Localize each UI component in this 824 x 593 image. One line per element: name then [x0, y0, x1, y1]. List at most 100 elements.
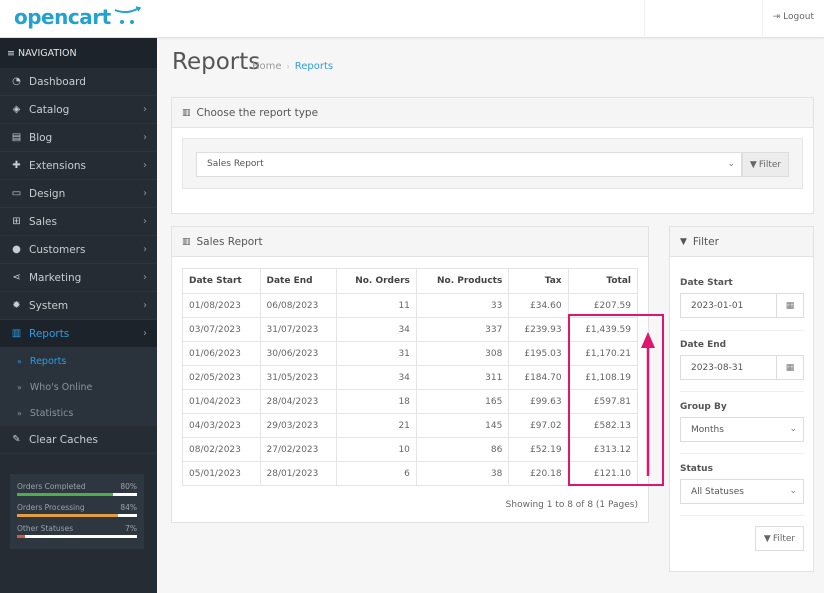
cell-no-orders: 34 — [336, 317, 417, 342]
chevron-right-icon: › — [143, 104, 147, 115]
cart-logo-icon — [114, 6, 141, 24]
chevron-right-icon: › — [143, 328, 147, 339]
panel-title: Choose the report type — [196, 106, 319, 119]
report-type-well: Sales Report ⌄ ▼ Filter — [182, 138, 803, 189]
cell-tax: £97.02 — [508, 413, 569, 438]
calendar-icon[interactable]: ▦ — [776, 356, 803, 379]
column-header-date-start: Date Start — [182, 268, 261, 294]
sidebar: ≡ NAVIGATION ◔ Dashboard ◈ Catalog › ▤ Blog › ✚ E… — [0, 38, 157, 593]
cell-date-end: 31/05/2023 — [259, 365, 338, 390]
bar-chart-icon: ▥ — [182, 107, 191, 118]
stat-label: Orders Processing — [17, 503, 85, 512]
logout-label: Logout — [783, 12, 814, 22]
monitor-icon: ▭ — [11, 188, 22, 199]
cell-date-start: 01/06/2023 — [182, 341, 261, 366]
column-header-no-orders: No. Orders — [336, 268, 417, 294]
date-end-field[interactable]: 2023-08-31 ▦ — [680, 355, 804, 380]
double-chevron-right-icon: » — [17, 408, 22, 418]
sidebar-item-design[interactable]: ▭ Design › — [0, 180, 157, 208]
panel-title: Filter — [692, 235, 719, 248]
cell-no-orders: 11 — [336, 293, 417, 318]
user-icon: ● — [12, 244, 21, 255]
group-by-label: Group By — [680, 402, 727, 412]
sidebar-item-reports[interactable]: ▥ Reports › — [0, 320, 157, 348]
sidebar-item-clear-caches[interactable]: ✎ Clear Caches — [0, 426, 157, 454]
cell-date-end: 30/06/2023 — [259, 341, 338, 366]
cell-no-products: 165 — [415, 389, 510, 414]
sidebar-subitem-label: Statistics — [29, 407, 74, 419]
group-by-select[interactable]: Months ⌄ — [680, 417, 804, 442]
sidebar-item-label: Clear Caches — [29, 433, 98, 446]
status-select[interactable]: All Statuses ⌄ — [680, 479, 804, 504]
date-start-value[interactable]: 2023-01-01 — [681, 294, 776, 317]
stat-percent: 84% — [120, 503, 137, 512]
divider — [680, 515, 804, 516]
cell-no-products: 311 — [415, 365, 510, 390]
column-header-tax: Tax — [508, 268, 569, 294]
bar-chart-icon: ▥ — [182, 236, 191, 247]
filter-label: Filter — [758, 159, 782, 170]
breadcrumb-home[interactable]: Home — [252, 61, 282, 72]
chevron-down-icon: ⌄ — [727, 159, 735, 169]
breadcrumb-reports[interactable]: Reports — [295, 61, 333, 72]
cell-no-products: 337 — [415, 317, 510, 342]
stat-percent: 80% — [120, 482, 137, 491]
cell-tax: £184.70 — [508, 365, 569, 390]
sidebar-item-extensions[interactable]: ✚ Extensions › — [0, 152, 157, 180]
panel-heading: ▥ Sales Report — [172, 227, 648, 257]
report-type-select[interactable]: Sales Report ⌄ — [196, 152, 742, 177]
opencart-logo[interactable]: opencart — [14, 6, 141, 32]
date-start-group: Date Start 2023-01-01 ▦ — [680, 278, 804, 318]
cell-date-end: 28/04/2023 — [259, 389, 338, 414]
sidebar-item-label: Customers — [29, 243, 86, 256]
report-type-filter-button[interactable]: ▼ Filter — [742, 152, 789, 177]
sign-out-icon: ⇥ — [772, 12, 781, 22]
header-divider — [644, 0, 645, 38]
table-header-row: Date Start Date End No. Orders No. Products… — [182, 268, 639, 294]
cell-date-start: 01/04/2023 — [182, 389, 261, 414]
chevron-right-icon: › — [143, 132, 147, 143]
header-divider — [762, 0, 763, 38]
cell-date-end: 29/03/2023 — [259, 413, 338, 438]
panel-heading: ▼ Filter — [670, 227, 813, 257]
filter-icon: ▼ — [749, 159, 757, 170]
order-stats-widget: Orders Completed 80% Orders Processing 84% O… — [10, 474, 144, 549]
wrench-icon: ✎ — [12, 434, 21, 445]
date-start-field[interactable]: 2023-01-01 ▦ — [680, 293, 804, 318]
date-end-value[interactable]: 2023-08-31 — [681, 356, 776, 379]
filter-icon: ▼ — [763, 533, 771, 544]
double-chevron-right-icon: » — [17, 382, 22, 392]
breadcrumb-separator: › — [286, 62, 290, 71]
filter-button[interactable]: ▼ Filter — [755, 526, 804, 551]
cell-tax: £195.03 — [508, 341, 569, 366]
filter-label: Filter — [772, 533, 796, 544]
cell-date-start: 04/03/2023 — [182, 413, 261, 438]
report-type-selected: Sales Report — [207, 159, 264, 169]
sidebar-item-blog[interactable]: ▤ Blog › — [0, 124, 157, 152]
cell-no-orders: 18 — [336, 389, 417, 414]
cell-no-products: 86 — [415, 437, 510, 462]
chevron-right-icon: › — [143, 188, 147, 199]
sidebar-item-marketing[interactable]: ⋖ Marketing › — [0, 264, 157, 292]
sidebar-item-catalog[interactable]: ◈ Catalog › — [0, 96, 157, 124]
sidebar-item-system[interactable]: ✹ System › — [0, 292, 157, 320]
sidebar-subitem-statistics[interactable]: » Statistics — [0, 400, 157, 426]
sidebar-subitem-label: Who's Online — [29, 381, 93, 393]
filter-panel: ▼ Filter Date Start 2023-01-01 ▦ Date En… — [669, 226, 814, 572]
newspaper-icon: ▤ — [11, 132, 22, 143]
column-header-total: Total — [567, 268, 639, 294]
sidebar-subitem-reports[interactable]: » Reports — [0, 348, 157, 374]
cell-no-orders: 6 — [336, 461, 417, 486]
navigation-header[interactable]: ≡ NAVIGATION — [0, 38, 157, 68]
status-label: Status — [680, 464, 713, 474]
logout-link[interactable]: ⇥ Logout — [773, 12, 814, 22]
sidebar-item-sales[interactable]: ⊞ Sales › — [0, 208, 157, 236]
chevron-right-icon: › — [143, 244, 147, 255]
group-by-group: Group By Months ⌄ — [680, 402, 804, 442]
sidebar-subitem-who-s-online[interactable]: » Who's Online — [0, 374, 157, 400]
status-group: Status All Statuses ⌄ — [680, 464, 804, 504]
sidebar-item-customers[interactable]: ● Customers › — [0, 236, 157, 264]
sidebar-item-dashboard[interactable]: ◔ Dashboard — [0, 68, 157, 96]
calendar-icon[interactable]: ▦ — [776, 294, 803, 317]
cell-date-start: 02/05/2023 — [182, 365, 261, 390]
